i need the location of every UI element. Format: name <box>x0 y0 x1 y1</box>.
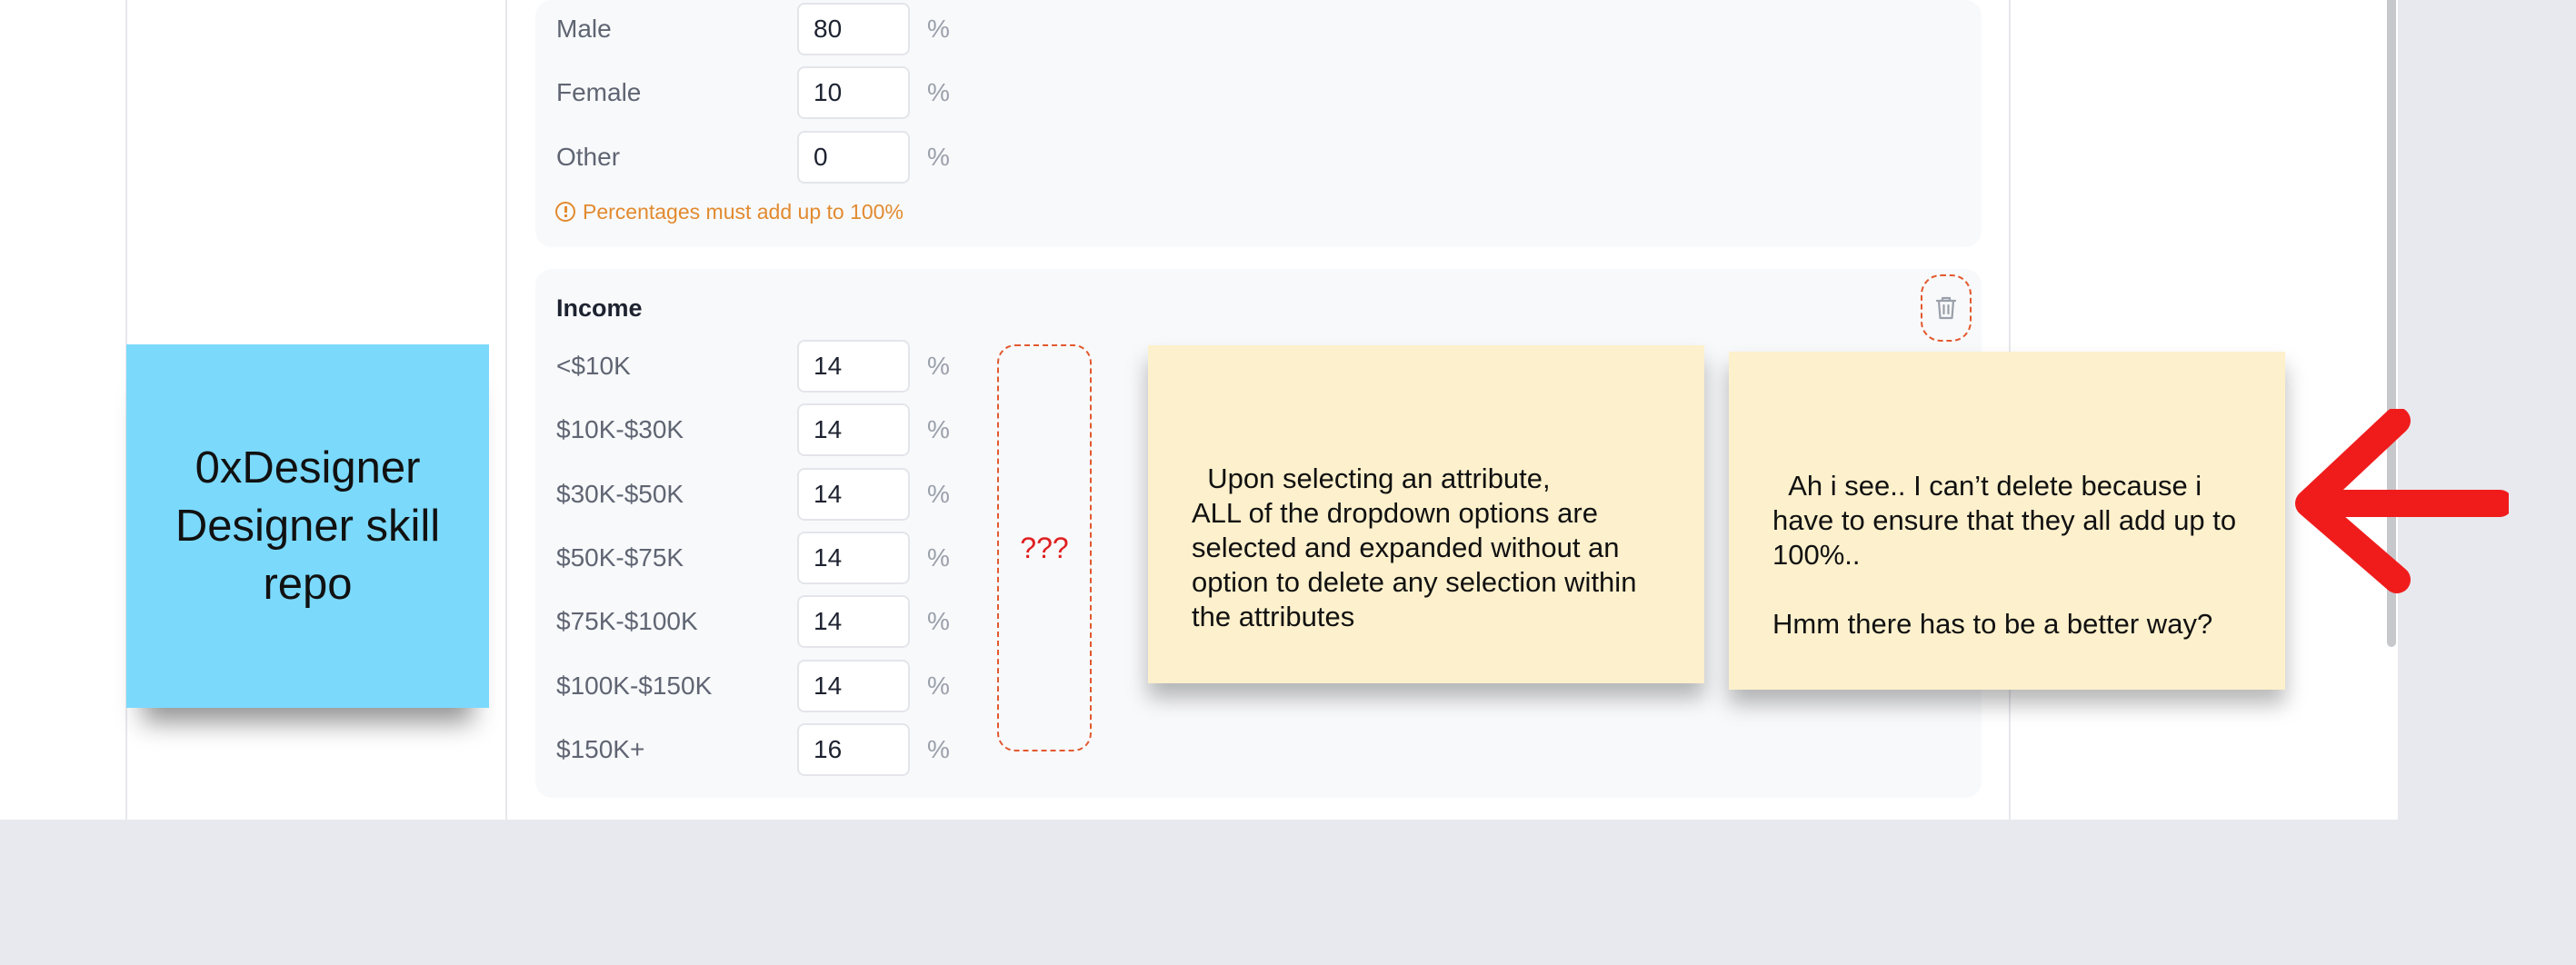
income-option-label: $100K-$150K <box>556 672 713 700</box>
income-percentage-input[interactable]: 14 <box>797 340 910 393</box>
percent-sign: % <box>927 415 950 443</box>
income-option-label: $10K-$30K <box>556 415 684 443</box>
comment-sticky-note: Upon selecting an attribute, ALL of the … <box>1148 345 1704 683</box>
income-option-label: $30K-$50K <box>556 480 684 508</box>
percent-sign: % <box>927 672 950 700</box>
arrow-left-icon <box>2295 409 2509 593</box>
gender-option-label: Other <box>556 143 621 171</box>
annotation-question-marks: ??? <box>1020 531 1069 564</box>
income-percentage-input[interactable]: 14 <box>797 595 910 648</box>
income-option-label: $150K+ <box>556 735 645 763</box>
percent-sign: % <box>927 543 950 572</box>
comment-sticky-text: Upon selecting an attribute, ALL of the … <box>1192 463 1637 632</box>
validation-warning: Percentages must add up to 100% <box>555 198 904 225</box>
missing-delete-controls-annotation: ??? <box>997 344 1092 751</box>
percent-sign: % <box>927 78 950 106</box>
comment-sticky-note: Ah i see.. I can’t delete because i have… <box>1729 352 2285 690</box>
title-sticky-text: 0xDesigner Designer skill repo <box>175 443 441 609</box>
gender-percentage-input[interactable]: 10 <box>797 66 910 119</box>
income-percentage-input[interactable]: 14 <box>797 532 910 584</box>
income-option-label: $50K-$75K <box>556 543 684 572</box>
percent-sign: % <box>927 15 950 43</box>
gender-option-label: Female <box>556 78 642 106</box>
column-divider <box>505 0 507 820</box>
gender-percentage-input[interactable]: 80 <box>797 3 910 55</box>
percent-sign: % <box>927 352 950 380</box>
alert-circle-icon <box>555 202 575 222</box>
trash-icon <box>1935 296 1957 320</box>
validation-warning-text: Percentages must add up to 100% <box>583 200 904 224</box>
income-section-title: Income <box>556 294 643 322</box>
income-percentage-input[interactable]: 14 <box>797 468 910 521</box>
gender-percentage-input[interactable]: 0 <box>797 131 910 184</box>
title-sticky-note: 0xDesigner Designer skill repo <box>126 344 489 708</box>
percent-sign: % <box>927 480 950 508</box>
income-option-label: <$10K <box>556 352 631 380</box>
gender-option-label: Male <box>556 15 612 43</box>
income-option-label: $75K-$100K <box>556 607 698 635</box>
percent-sign: % <box>927 607 950 635</box>
percent-sign: % <box>927 143 950 171</box>
income-percentage-input[interactable]: 14 <box>797 660 910 712</box>
comment-sticky-text: Ah i see.. I can’t delete because i have… <box>1772 470 2237 640</box>
delete-attribute-button[interactable] <box>1921 274 1972 342</box>
percent-sign: % <box>927 735 950 763</box>
income-percentage-input[interactable]: 14 <box>797 403 910 456</box>
income-percentage-input[interactable]: 16 <box>797 723 910 776</box>
